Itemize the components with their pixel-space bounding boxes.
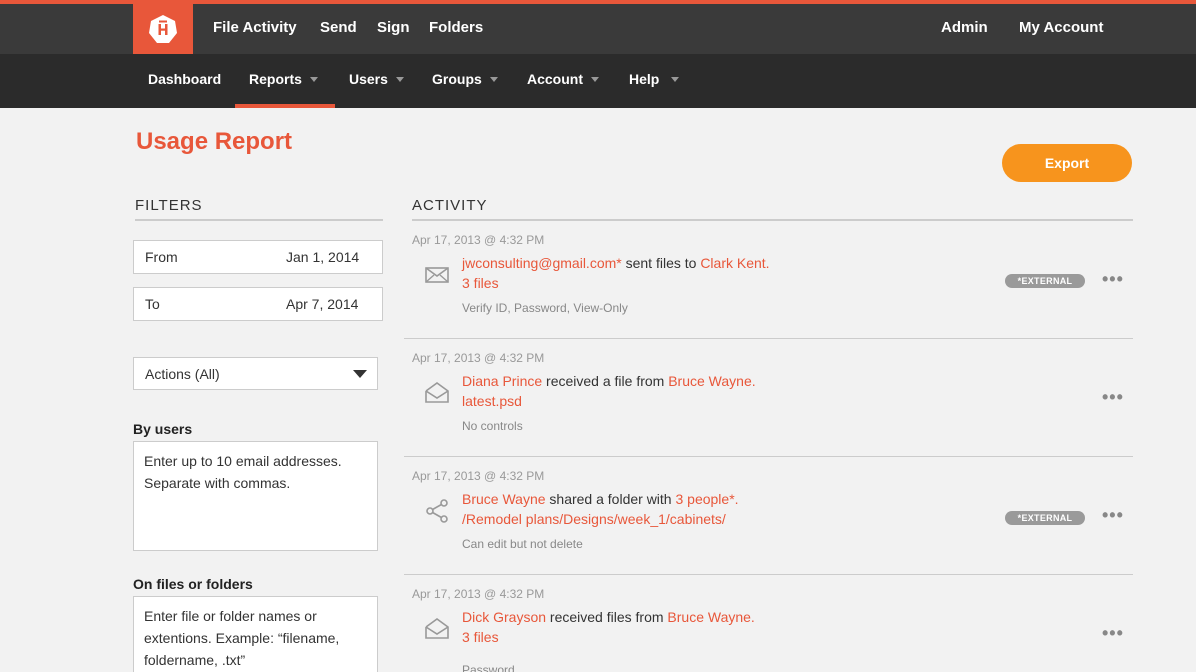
activity-time: Apr 17, 2013 @ 4:32 PM [412,469,545,483]
from-value: Jan 1, 2014 [286,249,360,265]
activity-object-link[interactable]: 3 files [462,275,499,291]
envelope-open-icon [425,618,449,639]
activity-details: Verify ID, Password, View-Only [462,301,628,315]
from-label: From [145,249,178,265]
activity-verb: received files from [546,609,668,625]
nav-admin[interactable]: Admin [941,19,988,36]
activity-target-link[interactable]: Bruce Wayne. [668,373,755,389]
page-title: Usage Report [136,128,293,155]
envelope-icon [425,267,449,283]
activity-heading: ACTIVITY [412,197,1133,221]
activity-actor-link[interactable]: Diana Prince [462,373,542,389]
subnav-reports-label: Reports [249,71,302,87]
activity-verb: received a file from [542,373,669,389]
subnav-groups[interactable]: Groups [432,71,498,87]
activity-details: No controls [462,419,523,433]
activity-item[interactable]: Apr 17, 2013 @ 4:32 PM jwconsulting@gmai… [404,222,1133,339]
share-icon [426,499,448,523]
activity-actor-link[interactable]: Bruce Wayne [462,491,546,507]
nav-file-activity[interactable]: File Activity [213,19,297,36]
chevron-down-icon [591,76,599,82]
top-navigation-bar: File Activity Send Sign Folders Admin My… [0,4,1196,54]
to-label: To [145,296,160,312]
external-badge: *EXTERNAL [1005,274,1085,288]
activity-item[interactable]: Apr 17, 2013 @ 4:32 PM Diana Prince rece… [404,340,1133,457]
hightail-logo-icon [149,15,177,43]
nav-send[interactable]: Send [320,19,357,36]
to-value: Apr 7, 2014 [286,296,359,312]
actions-select-value: Actions (All) [145,366,220,382]
activity-target-link[interactable]: 3 people*. [675,491,738,507]
activity-description: Diana Prince received a file from Bruce … [462,373,756,389]
activity-target-link[interactable]: Clark Kent. [700,255,769,271]
to-date-field[interactable]: To Apr 7, 2014 [133,287,383,321]
nav-my-account[interactable]: My Account [1019,19,1103,36]
subnav-dashboard-label: Dashboard [148,71,222,87]
subnav-help[interactable]: Help [629,71,680,87]
subnav-users-label: Users [349,71,388,87]
from-date-field[interactable]: From Jan 1, 2014 [133,240,383,274]
filters-heading: FILTERS [135,197,383,221]
nav-sign[interactable]: Sign [377,19,410,36]
by-users-label: By users [133,421,193,437]
more-options-icon[interactable]: ••• [1102,623,1124,644]
subnav-account[interactable]: Account [527,71,599,87]
activity-details: Password [462,663,515,672]
subnav-account-label: Account [527,71,583,87]
activity-item[interactable]: Apr 17, 2013 @ 4:32 PM Dick Grayson rece… [404,576,1133,672]
triangle-down-icon [353,370,367,378]
activity-description: jwconsulting@gmail.com* sent files to Cl… [462,255,770,271]
subnav-users[interactable]: Users [349,71,404,87]
activity-object-link[interactable]: latest.psd [462,393,522,409]
activity-details: Can edit but not delete [462,537,583,551]
activity-time: Apr 17, 2013 @ 4:32 PM [412,587,545,601]
nav-folders[interactable]: Folders [429,19,483,36]
subnav-help-label: Help [629,71,660,87]
subnav-groups-label: Groups [432,71,482,87]
by-users-input[interactable]: Enter up to 10 email addresses. Separate… [133,441,378,551]
activity-object-link[interactable]: 3 files [462,629,499,645]
actions-select[interactable]: Actions (All) [133,357,378,390]
activity-time: Apr 17, 2013 @ 4:32 PM [412,351,545,365]
activity-target-link[interactable]: Bruce Wayne. [667,609,754,625]
activity-description: Dick Grayson received files from Bruce W… [462,609,755,625]
envelope-open-icon [425,382,449,403]
external-badge: *EXTERNAL [1005,511,1085,525]
more-options-icon[interactable]: ••• [1102,269,1124,290]
activity-item[interactable]: Apr 17, 2013 @ 4:32 PM Bruce Wayne share… [404,458,1133,575]
files-folders-input[interactable]: Enter file or folder names or extentions… [133,596,378,672]
chevron-down-icon [309,76,318,82]
activity-actor-link[interactable]: jwconsulting@gmail.com* [462,255,622,271]
logo[interactable] [133,4,193,54]
export-button[interactable]: Export [1002,144,1132,182]
chevron-down-icon [489,76,498,82]
chevron-down-icon [395,76,404,82]
activity-description: Bruce Wayne shared a folder with 3 peopl… [462,491,739,507]
activity-verb: shared a folder with [545,491,676,507]
activity-object-link[interactable]: /Remodel plans/Designs/week_1/cabinets/ [462,511,726,527]
secondary-navigation-bar: Dashboard Reports Users Groups Account H… [0,54,1196,108]
subnav-dashboard[interactable]: Dashboard [148,71,221,87]
more-options-icon[interactable]: ••• [1102,387,1124,408]
subnav-reports[interactable]: Reports [249,71,318,87]
activity-time: Apr 17, 2013 @ 4:32 PM [412,233,545,247]
more-options-icon[interactable]: ••• [1102,505,1124,526]
activity-verb: sent files to [621,255,701,271]
files-folders-label: On files or folders [133,576,253,592]
chevron-down-icon [671,76,680,82]
activity-actor-link[interactable]: Dick Grayson [462,609,546,625]
active-tab-indicator [235,104,335,108]
